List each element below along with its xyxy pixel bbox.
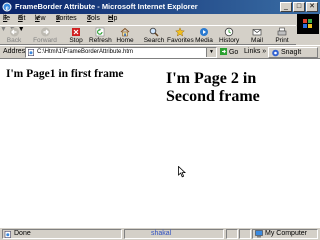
favorites-button[interactable]: Favorites bbox=[167, 27, 194, 45]
mail-button[interactable]: Mail bbox=[249, 27, 265, 45]
done-page-icon bbox=[4, 230, 11, 238]
mail-icon bbox=[252, 29, 262, 36]
back-arrow-icon bbox=[9, 27, 19, 37]
svg-text:e: e bbox=[5, 4, 8, 12]
status-middle-panel: shakal bbox=[124, 229, 224, 239]
history-button[interactable]: History bbox=[219, 27, 239, 45]
snagit-icon bbox=[272, 49, 279, 57]
address-bar: Address C:\Html\1\FrameBorderAttribute.h… bbox=[0, 45, 320, 59]
stop-icon bbox=[72, 28, 80, 36]
windows-logo bbox=[297, 14, 319, 34]
status-blank-panel-1 bbox=[226, 229, 238, 239]
windows-flag-icon bbox=[303, 19, 312, 28]
security-zone-panel: My Computer bbox=[252, 229, 318, 239]
refresh-button[interactable]: Refresh bbox=[89, 27, 112, 45]
maximize-button[interactable]: □ bbox=[293, 2, 305, 12]
address-url: C:\Html\1\FrameBorderAttribute.htm bbox=[37, 49, 134, 55]
menu-bar: File Edit View Fa vorites Tools Help bbox=[3, 15, 118, 22]
search-button[interactable]: Search bbox=[143, 27, 165, 45]
address-dropdown-icon[interactable]: ▼ bbox=[206, 48, 216, 57]
links-chevron-icon: » bbox=[262, 48, 267, 55]
forward-arrow-icon bbox=[40, 27, 50, 37]
back-button[interactable]: Back bbox=[3, 27, 25, 45]
my-computer-icon bbox=[255, 230, 263, 238]
links-button[interactable]: Links » bbox=[244, 48, 266, 55]
frame1-heading: I'm Page1 in first frame bbox=[6, 68, 124, 80]
status-middle-text: shakal bbox=[151, 230, 172, 237]
go-arrow-icon bbox=[220, 48, 227, 55]
status-bar: Done shakal My Computer bbox=[0, 227, 320, 240]
security-zone-text: My Computer bbox=[265, 230, 308, 237]
status-blank-panel-2 bbox=[239, 229, 251, 239]
address-input[interactable]: C:\Html\1\FrameBorderAttribute.htm ▼ bbox=[25, 47, 217, 58]
favorites-star-icon bbox=[175, 27, 185, 37]
search-icon bbox=[149, 27, 159, 37]
stop-button[interactable]: Stop bbox=[67, 27, 85, 45]
go-button[interactable]: Go bbox=[220, 48, 238, 56]
print-button[interactable]: Print bbox=[274, 27, 290, 45]
home-button[interactable]: Home bbox=[115, 27, 135, 45]
media-icon bbox=[200, 28, 208, 36]
snagit-button[interactable]: SnagIt bbox=[268, 47, 318, 58]
history-icon bbox=[224, 27, 234, 37]
internet-explorer-icon: e bbox=[2, 2, 12, 12]
standard-toolbar: Back ▼ Forward ▼ Stop Refresh Home Searc… bbox=[0, 25, 296, 45]
window-title: FrameBorder Attribute - Microsoft Intern… bbox=[15, 2, 198, 11]
media-button[interactable]: Media bbox=[195, 27, 213, 45]
status-text: Done bbox=[14, 230, 31, 237]
mouse-cursor-icon bbox=[178, 166, 186, 178]
page-content: I'm Page1 in first frame I'm Page 2 in S… bbox=[0, 59, 320, 227]
refresh-icon bbox=[95, 27, 105, 37]
close-button[interactable]: ✕ bbox=[306, 2, 318, 12]
forward-button[interactable]: Forward bbox=[33, 27, 57, 45]
page-icon bbox=[28, 49, 34, 56]
printer-icon bbox=[277, 27, 287, 36]
frame2-heading: I'm Page 2 in Second frame bbox=[166, 70, 260, 105]
title-bar: e FrameBorder Attribute - Microsoft Inte… bbox=[0, 0, 320, 14]
minimize-button[interactable]: _ bbox=[280, 2, 292, 12]
home-icon bbox=[120, 27, 130, 37]
status-done-panel: Done bbox=[2, 229, 122, 239]
